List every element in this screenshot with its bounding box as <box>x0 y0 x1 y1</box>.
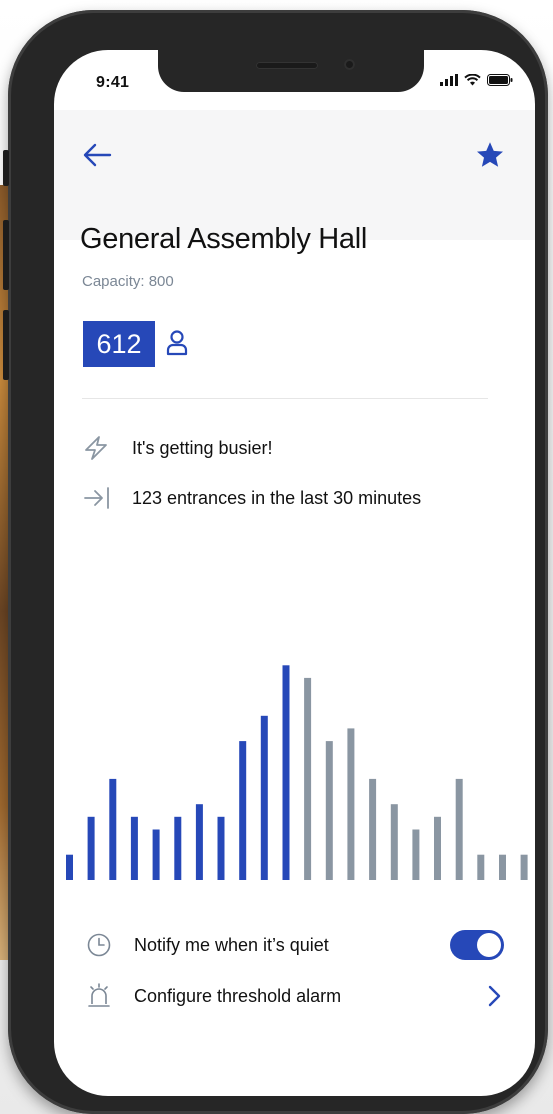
insight-row: 123 entrances in the last 30 minutes <box>82 484 421 512</box>
chart-bar <box>347 728 355 880</box>
insight-row: It's getting busier! <box>82 434 273 462</box>
header-bar <box>54 110 535 240</box>
person-icon <box>166 329 188 362</box>
chart-tick-label: 9:30a <box>271 894 301 895</box>
chart-bar <box>434 816 441 880</box>
favorite-button[interactable] <box>475 140 505 170</box>
toggle-knob <box>477 933 501 957</box>
chart-bar <box>325 741 333 880</box>
chart-bar <box>520 854 528 880</box>
chevron-right-icon[interactable] <box>484 984 504 1008</box>
chart-bar <box>412 829 420 880</box>
notify-quiet-row[interactable]: Notify me when it’s quiet <box>84 929 504 961</box>
star-icon <box>477 142 503 167</box>
notify-quiet-toggle[interactable] <box>450 930 504 960</box>
threshold-alarm-row[interactable]: Configure threshold alarm <box>84 980 504 1012</box>
occupancy-count: 612 <box>83 321 155 367</box>
wifi-icon <box>464 74 481 86</box>
chart-bar <box>217 816 225 880</box>
threshold-alarm-label: Configure threshold alarm <box>134 985 342 1006</box>
chart-tick-label: 12p <box>509 894 529 895</box>
battery-icon <box>487 74 513 86</box>
venue-title: General Assembly Hall <box>80 223 368 255</box>
volume-up-button <box>3 220 9 290</box>
app-screen: 9:41 General Assembly Hall Capacity: 800… <box>54 50 535 1096</box>
divider <box>82 398 488 399</box>
arrow-left-icon <box>83 143 112 167</box>
chart-bar <box>130 816 138 880</box>
insight-text: 123 entrances in the last 30 minutes <box>132 487 422 508</box>
chart-bar <box>109 778 117 880</box>
chart-bar <box>195 804 203 880</box>
chart-bar <box>304 677 312 880</box>
chart-bar <box>455 778 463 880</box>
chart-bar <box>390 804 398 880</box>
chart-bar <box>66 854 73 880</box>
chart-bar <box>477 854 485 880</box>
front-camera <box>344 59 355 70</box>
notify-quiet-label: Notify me when it’s quiet <box>134 934 329 955</box>
chart-bar <box>369 778 377 880</box>
insight-text: It's getting busier! <box>132 437 273 458</box>
alarm-bell-icon <box>84 981 114 1011</box>
status-time: 9:41 <box>96 74 130 91</box>
chart-bar <box>174 816 182 880</box>
capacity-label: Capacity: 800 <box>82 273 174 290</box>
chart-tick-label: 7a <box>63 894 77 895</box>
chart-bar <box>282 665 290 880</box>
chart-bar <box>499 854 506 880</box>
notch <box>158 50 424 92</box>
chart-bar <box>87 816 95 880</box>
chart-bar <box>152 829 160 880</box>
signal-icon <box>440 74 458 86</box>
chart-bar <box>260 715 268 880</box>
occupancy-chart: 7a 9:30a 12p <box>63 665 529 895</box>
chart-bar <box>239 741 247 880</box>
phone-frame: 9:41 General Assembly Hall Capacity: 800… <box>3 10 548 1114</box>
mute-switch <box>3 150 9 186</box>
status-icons <box>440 74 513 86</box>
entrance-arrow-icon <box>82 484 112 512</box>
volume-down-button <box>3 310 9 380</box>
back-button[interactable] <box>80 140 114 170</box>
speaker-grille <box>256 62 318 69</box>
lightning-icon <box>82 434 112 462</box>
clock-icon <box>84 930 114 960</box>
